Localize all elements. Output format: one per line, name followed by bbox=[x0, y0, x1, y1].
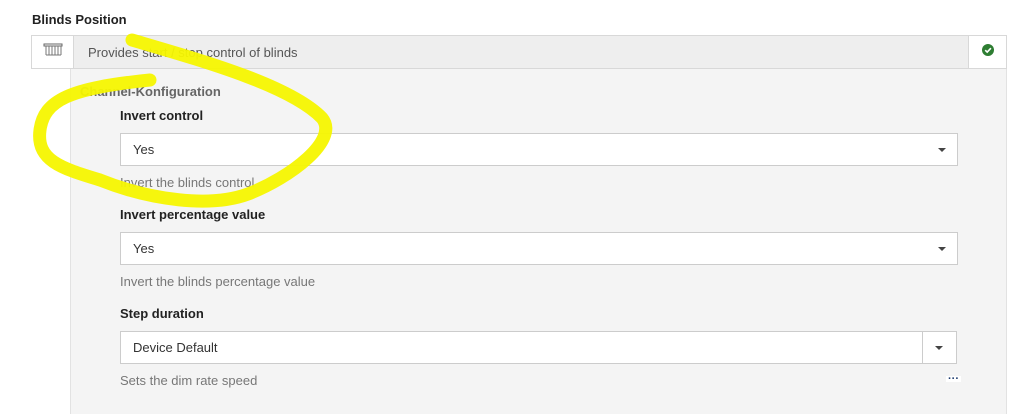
channel-description: Provides start / stop control of blinds bbox=[88, 44, 298, 60]
channel-row[interactable]: Provides start / stop control of blinds bbox=[31, 35, 1007, 69]
check-circle-icon bbox=[981, 43, 994, 61]
step-duration-help: Sets the dim rate speed bbox=[120, 373, 258, 388]
blinds-icon bbox=[43, 43, 63, 62]
invert-control-field: Invert control Yes Invert the blinds con… bbox=[120, 108, 958, 190]
invert-control-value: Yes bbox=[133, 142, 155, 157]
step-duration-field: Step duration Device Default Sets the di… bbox=[120, 306, 957, 388]
ellipsis-icon[interactable]: ··· bbox=[946, 374, 961, 385]
channel-icon-cell bbox=[32, 36, 74, 68]
invert-percentage-select[interactable]: Yes bbox=[120, 232, 958, 265]
step-duration-label: Step duration bbox=[120, 306, 204, 321]
step-duration-select[interactable]: Device Default bbox=[120, 331, 957, 364]
config-heading: Channel-Konfiguration bbox=[80, 84, 221, 99]
section-title: Blinds Position bbox=[32, 12, 127, 27]
chevron-down-icon bbox=[938, 148, 946, 152]
invert-percentage-label: Invert percentage value bbox=[120, 207, 266, 222]
chevron-down-icon bbox=[938, 247, 946, 251]
invert-percentage-field: Invert percentage value Yes Invert the b… bbox=[120, 207, 958, 289]
invert-percentage-help: Invert the blinds percentage value bbox=[120, 274, 316, 289]
invert-control-select[interactable]: Yes bbox=[120, 133, 958, 166]
step-duration-dropdown-button[interactable] bbox=[922, 332, 956, 363]
step-duration-value: Device Default bbox=[133, 340, 218, 355]
status-cell bbox=[968, 36, 1006, 68]
invert-percentage-value: Yes bbox=[133, 241, 155, 256]
chevron-down-icon bbox=[935, 346, 943, 350]
invert-control-label: Invert control bbox=[120, 108, 204, 123]
invert-control-help: Invert the blinds control bbox=[120, 175, 255, 190]
